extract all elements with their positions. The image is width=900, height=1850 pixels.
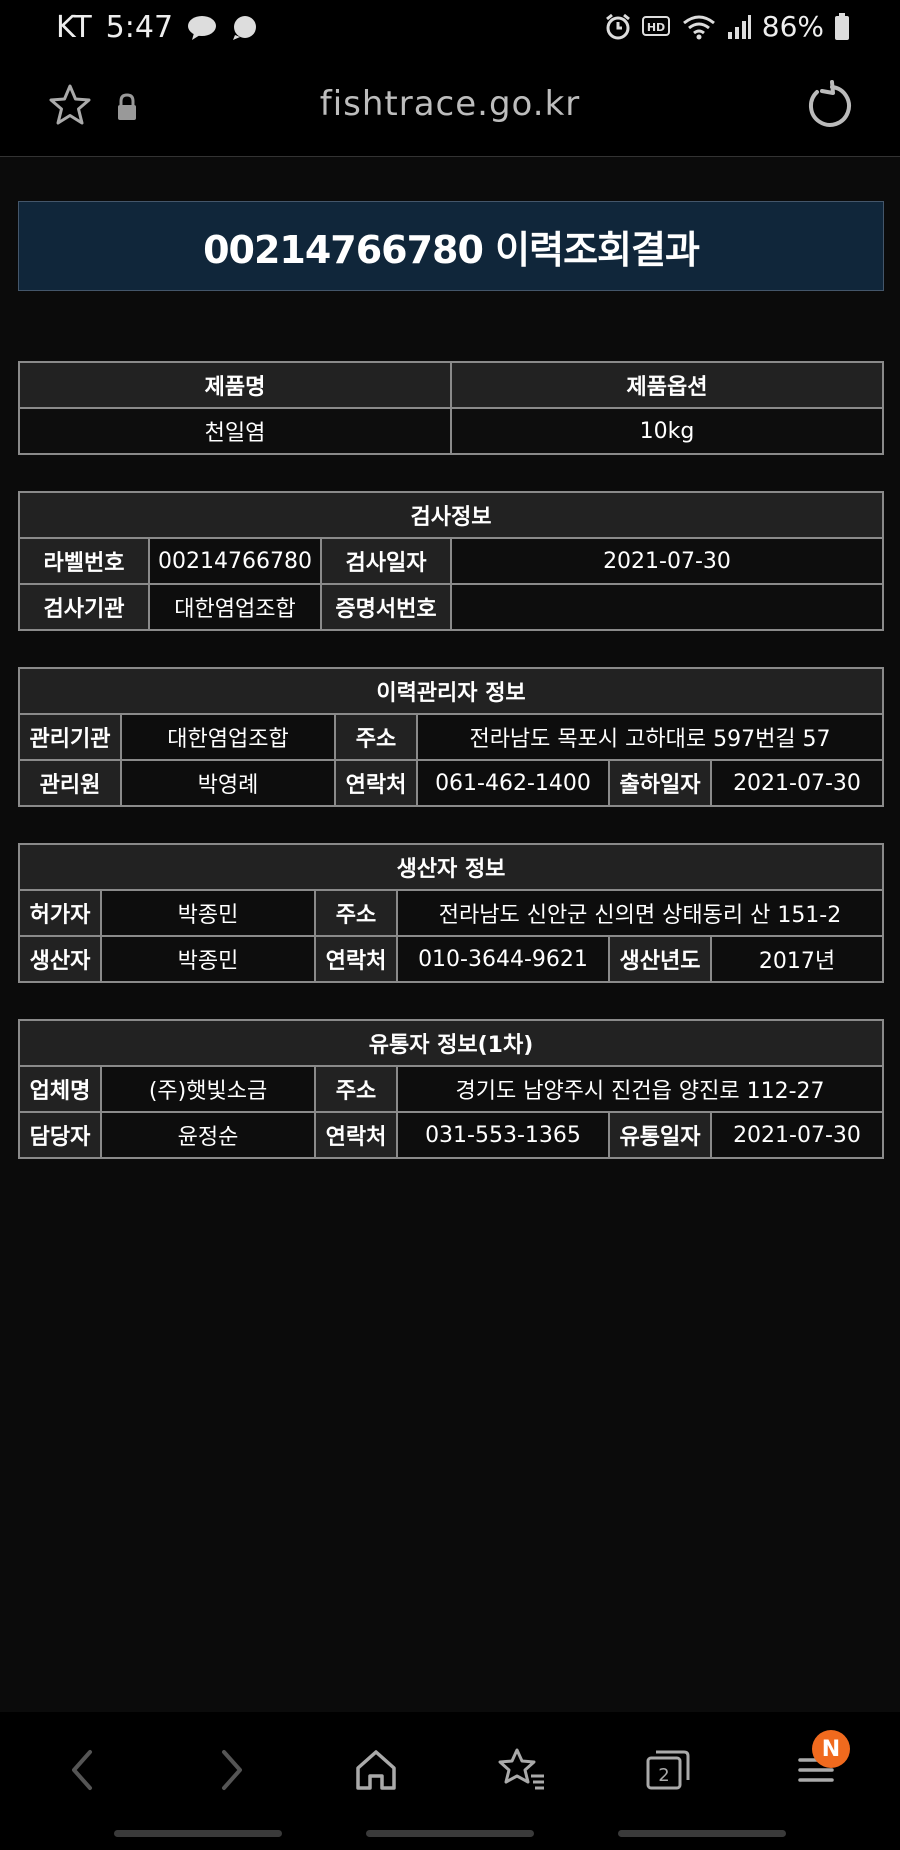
distributor-contact-value: 031-553-1365: [396, 1111, 610, 1159]
wifi-icon: [682, 14, 716, 40]
manager-person-value: 박영례: [120, 759, 336, 807]
distributor-person-value: 윤정순: [100, 1111, 316, 1159]
inspection-agency-value: 대한염업조합: [148, 583, 322, 631]
time-label: 5:47: [105, 10, 174, 45]
producer-address-header: 주소: [314, 889, 398, 937]
gesture-handle-center: [366, 1830, 534, 1837]
product-option-value: 10kg: [450, 407, 884, 455]
battery-icon: [834, 12, 850, 41]
producer-contact-value: 010-3644-9621: [396, 935, 610, 983]
reload-icon[interactable]: [802, 80, 854, 132]
svg-text:HD: HD: [647, 21, 665, 34]
talk-icon: [187, 15, 217, 41]
tabs-count: 2: [658, 1765, 669, 1786]
shipping-date-header: 출하일자: [608, 759, 712, 807]
manager-contact-header: 연락처: [334, 759, 418, 807]
distribution-date-header: 유통일자: [608, 1111, 712, 1159]
producer-header: 생산자: [18, 935, 102, 983]
alarm-icon: [604, 13, 632, 41]
inspection-date-value: 2021-07-30: [450, 537, 884, 585]
product-table: 제품명 제품옵션 천일염 10kg: [18, 361, 884, 455]
manager-address-header: 주소: [334, 713, 418, 761]
certificate-no-value: [450, 583, 884, 631]
url-text[interactable]: fishtrace.go.kr: [0, 84, 900, 124]
manager-org-value: 대한염업조합: [120, 713, 336, 761]
distributor-address-header: 주소: [314, 1065, 398, 1113]
inspection-table: 검사정보 라벨번호 00214766780 검사일자 2021-07-30 검사…: [18, 491, 884, 631]
forward-button[interactable]: [200, 1738, 264, 1802]
producer-contact-header: 연락처: [314, 935, 398, 983]
production-year-value: 2017년: [710, 935, 884, 983]
licensee-header: 허가자: [18, 889, 102, 937]
production-year-header: 생산년도: [608, 935, 712, 983]
trace-result-content: 00214766780 이력조회결과 제품명 제품옵션 천일염 10kg 검사정…: [18, 201, 884, 1159]
browser-bottom-nav: 2 N: [0, 1712, 900, 1850]
producer-title: 생산자 정보: [18, 843, 884, 891]
bookmark-list-icon: [498, 1748, 544, 1790]
manager-address-value: 전라남도 목포시 고하대로 597번길 57: [416, 713, 884, 761]
carrier-label: KT: [56, 10, 92, 45]
page-title: 00214766780 이력조회결과: [18, 201, 884, 291]
inspection-title: 검사정보: [18, 491, 884, 539]
company-value: (주)햇빛소금: [100, 1065, 316, 1113]
inspection-date-header: 검사일자: [320, 537, 452, 585]
manager-org-header: 관리기관: [18, 713, 122, 761]
hd-icon: HD: [641, 15, 672, 39]
producer-address-value: 전라남도 신안군 신의면 상태동리 산 151-2: [396, 889, 884, 937]
distributor-address-value: 경기도 남양주시 진건읍 양진로 112-27: [396, 1065, 884, 1113]
message-icon: [231, 15, 259, 41]
manager-person-header: 관리원: [18, 759, 122, 807]
signal-icon: [726, 14, 752, 40]
distributor-title: 유통자 정보(1차): [18, 1019, 884, 1067]
back-button[interactable]: [50, 1738, 114, 1802]
home-icon: [356, 1750, 396, 1790]
browser-address-bar: fishtrace.go.kr: [0, 56, 900, 157]
status-bar: KT 5:47 HD 86%: [0, 0, 900, 56]
distribution-date-value: 2021-07-30: [710, 1111, 884, 1159]
tabs-button[interactable]: 2: [636, 1738, 700, 1802]
product-option-header: 제품옵션: [450, 361, 884, 409]
label-no-value: 00214766780: [148, 537, 322, 585]
label-no-header: 라벨번호: [18, 537, 150, 585]
licensee-value: 박종민: [100, 889, 316, 937]
manager-title: 이력관리자 정보: [18, 667, 884, 715]
producer-table: 생산자 정보 허가자 박종민 주소 전라남도 신안군 신의면 상태동리 산 15…: [18, 843, 884, 983]
product-name-header: 제품명: [18, 361, 452, 409]
distributor-contact-header: 연락처: [314, 1111, 398, 1159]
chevron-right-icon: [222, 1750, 242, 1790]
distributor-table: 유통자 정보(1차) 업체명 (주)햇빛소금 주소 경기도 남양주시 진건읍 양…: [18, 1019, 884, 1159]
manager-contact-value: 061-462-1400: [416, 759, 610, 807]
home-button[interactable]: [344, 1738, 408, 1802]
gesture-handle-right: [618, 1830, 786, 1837]
certificate-no-header: 증명서번호: [320, 583, 452, 631]
gesture-handle-left: [114, 1830, 282, 1837]
shipping-date-value: 2021-07-30: [710, 759, 884, 807]
tabs-icon: 2: [646, 1750, 690, 1790]
battery-label: 86%: [761, 10, 824, 43]
distributor-person-header: 담당자: [18, 1111, 102, 1159]
chevron-left-icon: [72, 1750, 92, 1790]
product-name-value: 천일염: [18, 407, 452, 455]
producer-value: 박종민: [100, 935, 316, 983]
company-header: 업체명: [18, 1065, 102, 1113]
bookmarks-button[interactable]: [490, 1738, 554, 1802]
inspection-agency-header: 검사기관: [18, 583, 150, 631]
notification-badge: N: [812, 1730, 850, 1768]
manager-table: 이력관리자 정보 관리기관 대한염업조합 주소 전라남도 목포시 고하대로 59…: [18, 667, 884, 807]
